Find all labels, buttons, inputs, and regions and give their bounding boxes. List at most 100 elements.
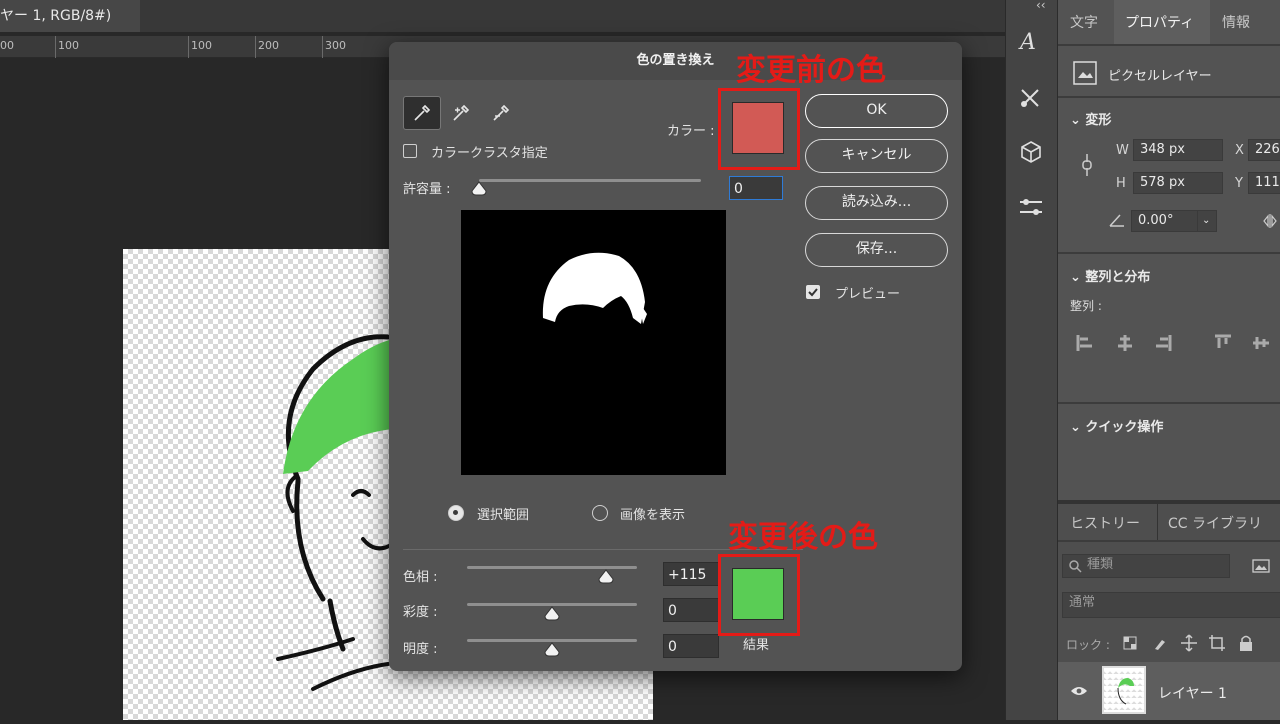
radio-image-label: 画像を表示 — [620, 508, 686, 523]
tolerance-label: 許容量 : — [403, 182, 451, 197]
lock-transparent-icon[interactable] — [1122, 635, 1138, 651]
ruler-tick: 300 — [325, 39, 346, 52]
ok-button[interactable]: OK — [805, 94, 948, 128]
tolerance-input[interactable]: 0 — [729, 176, 783, 200]
preview-checkbox[interactable] — [806, 285, 820, 299]
align-center-icon[interactable] — [1116, 334, 1134, 352]
tab-separator — [1157, 504, 1158, 540]
hue-label: 色相 : — [403, 570, 438, 585]
tab-info[interactable]: 情報 — [1222, 12, 1250, 32]
lock-label: ロック : — [1066, 638, 1110, 652]
ruler-line — [255, 36, 256, 58]
save-button[interactable]: 保存... — [805, 233, 948, 267]
tab-character[interactable]: 文字 — [1070, 12, 1098, 32]
radio-selection-label: 選択範囲 — [477, 508, 530, 523]
eyedropper-minus-icon — [493, 104, 510, 121]
layer-thumbnail-image — [1117, 678, 1134, 705]
result-label: 結果 — [743, 638, 770, 653]
radio-selection[interactable] — [448, 505, 464, 521]
angle-dropdown[interactable]: ⌄ — [1197, 210, 1217, 232]
flip-icon[interactable] — [1262, 212, 1278, 230]
w-label: W — [1116, 143, 1129, 158]
align-heading[interactable]: ⌄ 整列と分布 — [1070, 266, 1150, 285]
search-icon — [1069, 560, 1082, 573]
before-color-annotation: 変更前の色 — [736, 53, 886, 88]
layer-name[interactable]: レイヤー 1 — [1158, 683, 1227, 703]
saturation-slider-thumb[interactable] — [543, 606, 561, 622]
y-field[interactable]: 111 p — [1248, 172, 1280, 194]
3d-cube-icon[interactable] — [1019, 140, 1043, 164]
x-field[interactable]: 226 — [1248, 139, 1280, 161]
document-tab-bar — [0, 0, 1005, 32]
ruler-line — [322, 36, 323, 58]
tab-properties[interactable]: プロパティ — [1125, 12, 1194, 32]
radio-image[interactable] — [592, 505, 608, 521]
after-color-highlight — [718, 554, 800, 636]
after-color-annotation: 変更後の色 — [728, 520, 878, 555]
hue-slider-thumb[interactable] — [597, 569, 615, 585]
angle-icon — [1109, 214, 1124, 227]
brush-settings-icon[interactable] — [1018, 86, 1044, 110]
eyedropper-tool[interactable] — [403, 96, 441, 130]
pixel-layer-icon — [1073, 61, 1097, 85]
adjustments-icon[interactable] — [1018, 196, 1044, 220]
align-sub-label: 整列 : — [1070, 299, 1102, 313]
replace-color-dialog: 色の置き換え カラー : カラークラスタ指定 許容量 : 0 選択範囲 画像を表… — [389, 42, 962, 671]
lock-artboard-icon[interactable] — [1208, 634, 1226, 652]
ruler-tick: 100 — [58, 39, 79, 52]
layer-search-field[interactable]: 種類 — [1062, 554, 1230, 578]
lightness-slider-thumb[interactable] — [543, 642, 561, 658]
color-cluster-checkbox[interactable] — [403, 144, 417, 158]
layer-thumbnail — [1102, 666, 1146, 714]
ruler-line — [55, 36, 56, 58]
eyedropper-add-tool[interactable] — [443, 96, 481, 130]
lock-paint-icon[interactable] — [1152, 635, 1168, 651]
saturation-input[interactable]: 0 — [663, 598, 719, 622]
collapse-panels-icon[interactable]: ‹‹ — [1036, 0, 1046, 12]
tolerance-slider-thumb[interactable] — [470, 181, 488, 197]
lock-move-icon[interactable] — [1180, 634, 1198, 652]
transform-heading-label: 変形 — [1085, 113, 1112, 128]
lightness-input[interactable]: 0 — [663, 634, 719, 658]
layer-kind-label: ピクセルレイヤー — [1108, 69, 1212, 84]
document-tab[interactable]: ヤー 1, RGB/8#) — [0, 0, 140, 32]
image-filter-icon[interactable] — [1252, 558, 1270, 574]
lock-all-icon[interactable] — [1238, 634, 1254, 652]
eyedropper-plus-icon — [453, 104, 470, 121]
eyedropper-subtract-tool[interactable] — [483, 96, 521, 130]
tolerance-slider-track[interactable] — [479, 179, 701, 182]
link-icon[interactable] — [1080, 152, 1094, 178]
align-left-icon[interactable] — [1076, 334, 1094, 352]
ruler-tick: 00 — [0, 39, 14, 52]
hue-input[interactable]: +115 — [663, 562, 719, 586]
saturation-label: 彩度 : — [403, 605, 438, 620]
divider — [1058, 44, 1280, 46]
align-top-icon[interactable] — [1214, 334, 1232, 352]
selection-mask-image — [542, 252, 647, 324]
properties-panel: 文字 プロパティ 情報 ピクセルレイヤー ⌄ 変形 W 348 px X 226… — [1057, 0, 1280, 720]
y-label: Y — [1235, 176, 1243, 191]
tab-cc-libraries[interactable]: CC ライブラリ — [1168, 513, 1262, 533]
quick-actions-heading[interactable]: ⌄ クイック操作 — [1070, 416, 1163, 435]
transform-heading[interactable]: ⌄ 変形 — [1070, 109, 1111, 128]
height-field[interactable]: 578 px — [1133, 172, 1223, 194]
x-label: X — [1235, 143, 1244, 158]
load-button[interactable]: 読み込み... — [805, 186, 948, 220]
ruler-tick: 200 — [258, 39, 279, 52]
ruler-line — [188, 36, 189, 58]
align-middle-icon[interactable] — [1252, 334, 1270, 352]
cancel-button[interactable]: キャンセル — [805, 139, 948, 173]
selection-preview — [461, 210, 726, 475]
divider — [1058, 500, 1280, 504]
width-field[interactable]: 348 px — [1133, 139, 1223, 161]
preview-label: プレビュー — [835, 287, 901, 302]
align-right-icon[interactable] — [1154, 334, 1172, 352]
tab-history[interactable]: ヒストリー — [1070, 513, 1140, 533]
checkmark-icon — [808, 288, 818, 297]
panel-tool-strip: ‹‹ A — [1005, 0, 1057, 720]
ruler-tick: 100 — [191, 39, 212, 52]
eye-visibility-icon[interactable] — [1070, 685, 1088, 697]
color-label: カラー : — [667, 124, 715, 139]
blend-mode-select[interactable]: 通常 — [1062, 592, 1280, 618]
character-panel-icon[interactable]: A — [1020, 30, 1036, 55]
